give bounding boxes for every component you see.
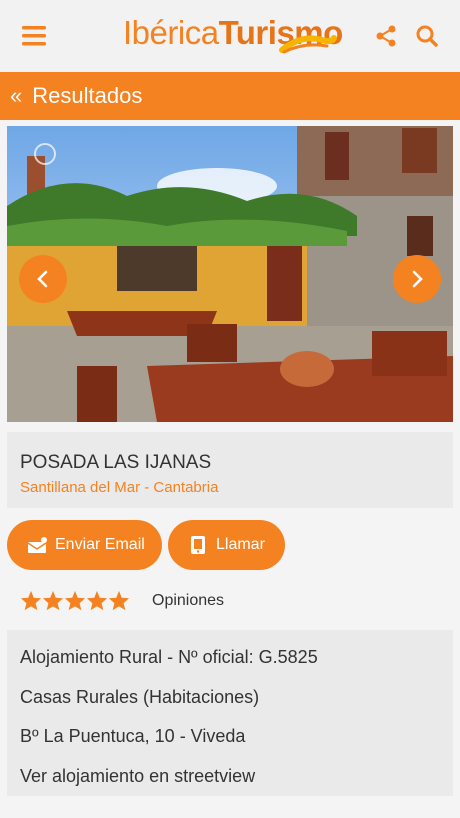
hamburger-icon[interactable] (16, 18, 52, 54)
rating-row[interactable]: Opiniones (20, 590, 224, 611)
star-icon (108, 590, 130, 611)
gallery-prev-button[interactable] (19, 255, 67, 303)
listing-details-card: Alojamiento Rural - Nº oficial: G.5825 C… (7, 630, 453, 796)
listing-location[interactable]: Santillana del Mar - Cantabria (20, 479, 218, 496)
listing-type: Casas Rurales (Habitaciones) (20, 687, 260, 707)
app-header: Ibérica Turismo (0, 0, 460, 72)
chevron-right-icon (412, 270, 423, 288)
opinions-link[interactable]: Opiniones (152, 592, 224, 610)
listing-header-card: POSADA LAS IJANAS Santillana del Mar - C… (7, 432, 453, 508)
results-title: Resultados (32, 83, 143, 108)
email-icon (27, 537, 47, 553)
star-icon (64, 590, 86, 611)
send-email-label: Enviar Email (55, 536, 145, 553)
star-icon (20, 590, 42, 611)
streetview-link[interactable]: Ver alojamiento en streetview (20, 766, 255, 787)
star-icon (42, 590, 64, 611)
search-icon[interactable] (409, 18, 445, 54)
gallery-next-button[interactable] (393, 255, 441, 303)
listing-address: Bº La Puentuca, 10 - Viveda (20, 726, 246, 746)
listing-photo[interactable] (7, 126, 453, 422)
star-rating (20, 590, 130, 611)
logo-wave-graphic (279, 35, 337, 54)
share-icon[interactable] (368, 18, 404, 54)
back-to-results-bar[interactable]: « Resultados (0, 72, 460, 120)
double-chevron-left-icon: « (10, 83, 23, 108)
listing-category: Alojamiento Rural - Nº oficial: G.5825 (20, 647, 318, 667)
star-icon (86, 590, 108, 611)
chevron-left-icon (37, 270, 48, 288)
call-button[interactable]: Llamar (168, 520, 285, 570)
call-label: Llamar (216, 536, 265, 553)
send-email-button[interactable]: Enviar Email (7, 520, 162, 570)
phone-icon (191, 536, 205, 554)
listing-name: POSADA LAS IJANAS (20, 452, 212, 473)
